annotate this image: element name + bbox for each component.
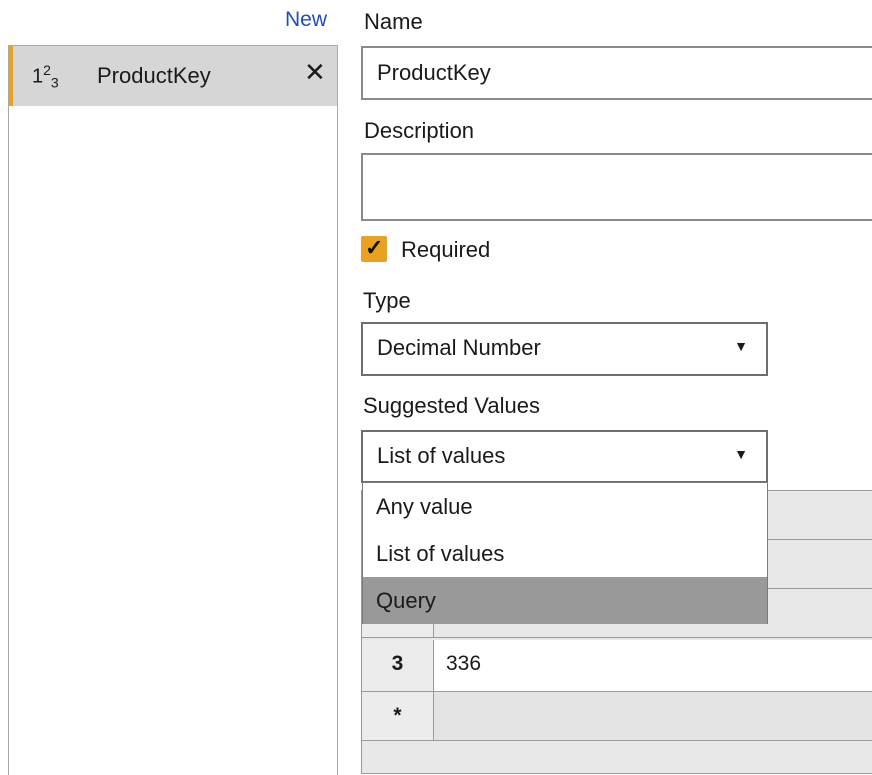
type-selected-value: Decimal Number <box>377 335 541 360</box>
chevron-down-icon: ▼ <box>734 338 748 354</box>
parameter-item-label: ProductKey <box>97 63 211 88</box>
chevron-down-icon: ▼ <box>734 446 748 462</box>
name-field[interactable] <box>361 46 872 100</box>
name-label: Name <box>364 9 423 34</box>
description-label: Description <box>364 118 475 143</box>
table-row[interactable]: 3 336 <box>362 640 872 692</box>
row-index: 3 <box>362 640 434 691</box>
type-label: Type <box>363 288 411 313</box>
table-row[interactable]: * <box>362 692 872 741</box>
option-query[interactable]: Query <box>363 577 767 624</box>
suggested-values-options: Any value List of values Query <box>362 482 768 624</box>
suggested-values-dropdown[interactable]: List of values ▼ <box>361 430 768 483</box>
description-field[interactable] <box>361 153 872 221</box>
required-checkbox[interactable]: ✓ <box>361 235 387 262</box>
value-cell[interactable]: 336 <box>434 640 872 691</box>
value-cell[interactable] <box>434 692 872 740</box>
whole-number-type-icon: 123 <box>32 62 59 91</box>
suggested-values-label: Suggested Values <box>363 393 540 418</box>
suggested-values-selected: List of values <box>377 443 506 468</box>
new-row-index: * <box>362 692 434 740</box>
type-dropdown[interactable]: Decimal Number ▼ <box>361 322 768 376</box>
close-icon[interactable]: ✕ <box>304 57 326 88</box>
option-any-value[interactable]: Any value <box>363 483 767 530</box>
required-label: Required <box>401 237 491 262</box>
option-list-of-values[interactable]: List of values <box>363 530 767 577</box>
parameter-list: 123 ProductKey ✕ <box>8 45 338 775</box>
checkmark-icon: ✓ <box>365 235 384 260</box>
new-parameter-link[interactable]: New <box>285 8 327 32</box>
parameter-item-productkey[interactable]: 123 ProductKey ✕ <box>9 46 337 106</box>
